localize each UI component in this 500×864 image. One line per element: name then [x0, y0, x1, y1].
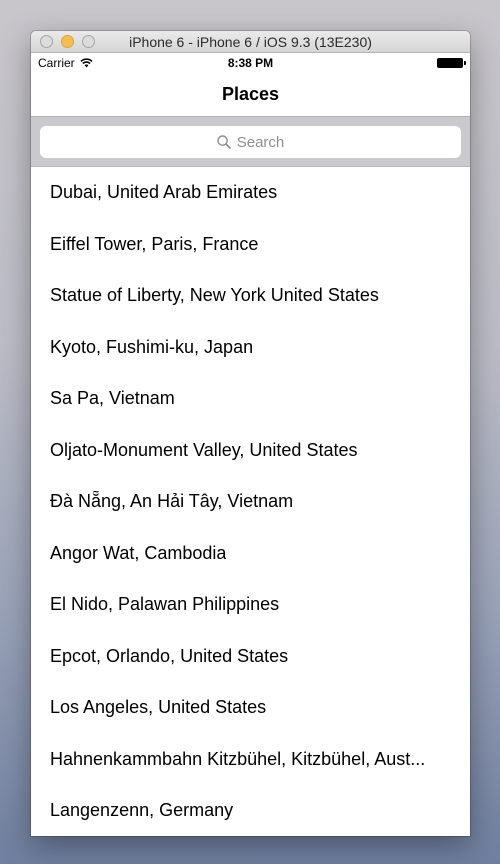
list-item[interactable]: Statue of Liberty, New York United State…: [31, 270, 470, 322]
status-time: 8:38 PM: [227, 56, 274, 70]
list-item[interactable]: Sa Pa, Vietnam: [31, 373, 470, 425]
list-item-label: Langenzenn, Germany: [50, 800, 234, 821]
status-bar: Carrier 8:38 PM: [31, 53, 470, 73]
list-item-label: Los Angeles, United States: [50, 697, 267, 718]
list-item[interactable]: Los Angeles, United States: [31, 682, 470, 734]
list-item[interactable]: Eiffel Tower, Paris, France: [31, 219, 470, 271]
list-item[interactable]: Angor Wat, Cambodia: [31, 528, 470, 580]
list-item[interactable]: Kyoto, Fushimi-ku, Japan: [31, 322, 470, 374]
list-item-label: Oljato-Monument Valley, United States: [50, 439, 358, 460]
list-item[interactable]: El Nido, Palawan Philippines: [31, 579, 470, 631]
search-input[interactable]: Search: [40, 126, 461, 158]
list-item-label: Statue of Liberty, New York United State…: [50, 285, 379, 306]
window-titlebar: iPhone 6 - iPhone 6 / iOS 9.3 (13E230): [31, 31, 470, 53]
carrier-label: Carrier: [38, 56, 75, 70]
minimize-button[interactable]: [61, 35, 74, 48]
window-controls: [40, 35, 95, 48]
list-item-label: Kyoto, Fushimi-ku, Japan: [50, 336, 254, 357]
list-item-label: Hahnenkammbahn Kitzbühel, Kitzbühel, Aus…: [50, 748, 426, 769]
battery-icon: [437, 58, 466, 68]
simulator-window: iPhone 6 - iPhone 6 / iOS 9.3 (13E230) C…: [31, 31, 470, 836]
list-item-label: Angor Wat, Cambodia: [50, 542, 227, 563]
places-list: Dubai, United Arab Emirates Eiffel Tower…: [31, 167, 470, 836]
zoom-button[interactable]: [82, 35, 95, 48]
list-item-label: Epcot, Orlando, United States: [50, 645, 289, 666]
list-item[interactable]: Đà Nẵng, An Hải Tây, Vietnam: [31, 476, 470, 528]
list-item-label: El Nido, Palawan Philippines: [50, 594, 280, 615]
status-left: Carrier: [38, 56, 93, 70]
close-button[interactable]: [40, 35, 53, 48]
list-item[interactable]: Dubai, United Arab Emirates: [31, 167, 470, 219]
list-item[interactable]: Hahnenkammbahn Kitzbühel, Kitzbühel, Aus…: [31, 734, 470, 786]
list-item[interactable]: Langenzenn, Germany: [31, 785, 470, 836]
search-bar: Search: [31, 117, 470, 167]
list-item[interactable]: Oljato-Monument Valley, United States: [31, 425, 470, 477]
page-title: Places: [221, 84, 280, 104]
search-icon: [217, 135, 231, 149]
list-item-label: Sa Pa, Vietnam: [50, 388, 175, 409]
navigation-bar: Places: [31, 73, 470, 117]
list-item-label: Đà Nẵng, An Hải Tây, Vietnam: [50, 491, 294, 512]
window-title: iPhone 6 - iPhone 6 / iOS 9.3 (13E230): [129, 33, 372, 50]
search-placeholder: Search: [236, 133, 285, 151]
list-item[interactable]: Epcot, Orlando, United States: [31, 631, 470, 683]
wifi-icon: [80, 58, 93, 68]
list-item-label: Dubai, United Arab Emirates: [50, 182, 278, 203]
list-item-label: Eiffel Tower, Paris, France: [50, 233, 259, 254]
